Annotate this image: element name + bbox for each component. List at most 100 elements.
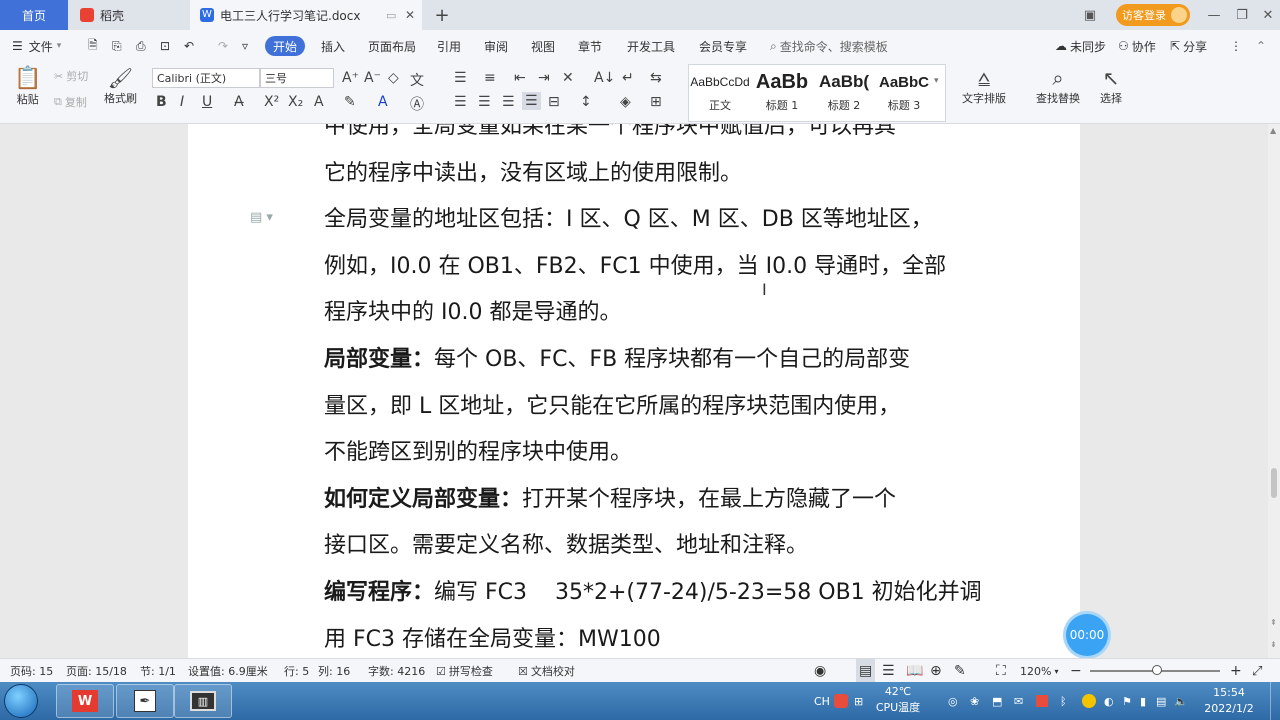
recording-timer[interactable]: 00:00 bbox=[1066, 614, 1108, 656]
scroll-thumb[interactable] bbox=[1271, 468, 1277, 498]
align-left-icon[interactable]: ☰ bbox=[454, 94, 467, 110]
chinese-layout-icon[interactable]: ✕ bbox=[562, 70, 574, 86]
font-color-icon[interactable]: A bbox=[378, 94, 388, 110]
web-view-icon[interactable]: ⊕ bbox=[930, 659, 942, 683]
pin-tab-icon[interactable]: ▭ bbox=[386, 9, 396, 22]
print-icon[interactable]: ⎙ bbox=[136, 30, 146, 62]
font-size-select[interactable]: 三号 bbox=[260, 68, 334, 88]
menu-view[interactable]: 视图 bbox=[531, 30, 555, 62]
border-icon[interactable]: ⊞ bbox=[650, 94, 662, 110]
more-options-icon[interactable]: ⋮ bbox=[1230, 30, 1242, 62]
zoom-select[interactable]: 120% ▾ bbox=[1020, 659, 1058, 683]
select-button[interactable]: ↖ 选择 bbox=[1100, 66, 1122, 106]
spell-check-button[interactable]: ☑ 拼写检查 bbox=[436, 659, 493, 683]
align-center-icon[interactable]: ☰ bbox=[478, 94, 491, 110]
style-heading2[interactable]: AaBb( 标题 2 bbox=[813, 67, 875, 117]
read-view-icon[interactable]: 📖 bbox=[906, 659, 923, 683]
menu-review[interactable]: 审阅 bbox=[484, 30, 508, 62]
increase-indent-icon[interactable]: ⇥ bbox=[538, 70, 550, 86]
more-quick-icon[interactable]: ▿ bbox=[242, 30, 248, 62]
new-tab-button[interactable]: + bbox=[430, 0, 454, 30]
text-effect-icon[interactable]: A bbox=[314, 94, 324, 110]
close-window-icon[interactable]: ✕ bbox=[1254, 0, 1280, 30]
document-content[interactable]: 中使用，全局变量如果在某一个程序块中赋值后，可以再其 它的程序中读出，没有区域上… bbox=[324, 124, 982, 658]
shading-icon[interactable]: ◈ bbox=[620, 94, 631, 110]
status-section[interactable]: 节: 1/1 bbox=[140, 659, 176, 683]
tray-flag-icon[interactable]: ⚑ bbox=[1122, 682, 1132, 720]
show-marks-icon[interactable]: ↵ bbox=[622, 70, 634, 86]
zoom-in-icon[interactable]: + bbox=[1230, 659, 1242, 683]
network-icon[interactable]: ▤ bbox=[1156, 682, 1166, 720]
bold-icon[interactable]: B bbox=[156, 94, 167, 110]
clear-format-icon[interactable]: ◇ bbox=[388, 70, 399, 86]
numbered-list-icon[interactable]: ≡ bbox=[484, 70, 496, 86]
cpu-temperature[interactable]: 42℃ CPU温度 bbox=[874, 684, 922, 716]
tray-app-icon-6[interactable] bbox=[1082, 682, 1096, 720]
menu-insert[interactable]: 插入 bbox=[321, 30, 345, 62]
scroll-prev-page-icon[interactable]: ⇞ bbox=[1270, 618, 1277, 627]
battery-icon[interactable]: ▮ bbox=[1140, 682, 1146, 720]
menu-layout[interactable]: 页面布局 bbox=[368, 30, 416, 62]
save-icon[interactable]: 🗎 bbox=[88, 30, 98, 62]
export-pdf-icon[interactable]: ⎘ bbox=[112, 30, 122, 62]
page-view-icon[interactable]: ▤ bbox=[856, 659, 876, 683]
document-page[interactable]: 中使用，全局变量如果在某一个程序块中赋值后，可以再其 它的程序中读出，没有区域上… bbox=[188, 124, 1080, 658]
close-tab-icon[interactable]: ✕ bbox=[405, 8, 415, 22]
bullet-list-icon[interactable]: ☰ bbox=[454, 70, 467, 86]
char-border-icon[interactable]: Ⓐ bbox=[410, 94, 424, 114]
show-desktop-button[interactable] bbox=[1270, 682, 1280, 720]
italic-icon[interactable]: I bbox=[180, 94, 184, 110]
justify-icon[interactable]: ☰ bbox=[522, 92, 541, 110]
text-layout-button[interactable]: ⩠ 文字排版 bbox=[962, 66, 1006, 106]
collab-button[interactable]: ⚇ 协作 bbox=[1118, 30, 1156, 62]
undo-icon[interactable]: ↶ bbox=[184, 30, 194, 62]
menu-start[interactable]: 开始 bbox=[265, 36, 306, 56]
menu-reference[interactable]: 引用 bbox=[437, 30, 461, 62]
sync-status[interactable]: ☁ 未同步 bbox=[1055, 30, 1106, 62]
vertical-scrollbar[interactable]: ▲ ⇞ ⇟ bbox=[1268, 124, 1280, 658]
decrease-indent-icon[interactable]: ⇤ bbox=[514, 70, 526, 86]
shrink-font-icon[interactable]: A⁻ bbox=[364, 70, 381, 86]
volume-icon[interactable]: 🔈 bbox=[1174, 682, 1188, 720]
style-normal[interactable]: AaBbCcDd 正文 bbox=[689, 67, 751, 117]
phonetic-icon[interactable]: 文 bbox=[410, 70, 424, 90]
menu-member[interactable]: 会员专享 bbox=[699, 30, 747, 62]
command-search[interactable]: ⌕ 查找命令、搜索模板 bbox=[770, 30, 888, 62]
status-pages[interactable]: 页面: 15/18 bbox=[66, 659, 127, 683]
format-painter-button[interactable]: 🖌 格式刷 bbox=[104, 66, 137, 106]
fit-page-icon[interactable]: ⛶ bbox=[996, 659, 1006, 683]
share-button[interactable]: ⇱ 分享 bbox=[1170, 30, 1207, 62]
clock[interactable]: 15:54 2022/1/2 bbox=[1194, 685, 1264, 717]
tab-daoke[interactable]: 稻壳 bbox=[68, 0, 188, 30]
style-heading3[interactable]: AaBbC 标题 3 bbox=[873, 67, 935, 117]
menu-chapter[interactable]: 章节 bbox=[578, 30, 602, 62]
superscript-icon[interactable]: X² bbox=[264, 94, 279, 110]
paste-button[interactable]: 📋 粘贴 bbox=[14, 66, 41, 107]
outline-view-icon[interactable]: ☰ bbox=[882, 659, 895, 683]
tray-app-icon-4[interactable]: ✉ bbox=[1014, 682, 1023, 720]
tray-sogou-icon[interactable] bbox=[834, 682, 848, 720]
zoom-out-icon[interactable]: − bbox=[1070, 659, 1082, 683]
tray-app-icon-1[interactable]: ◎ bbox=[948, 682, 958, 720]
distribute-icon[interactable]: ⊟ bbox=[548, 94, 560, 110]
status-setting[interactable]: 设置值: 6.9厘米 bbox=[188, 659, 268, 683]
restore-icon[interactable]: ❐ bbox=[1228, 0, 1256, 30]
window-layout-icon[interactable]: ▣ bbox=[1076, 0, 1104, 30]
collapse-ribbon-icon[interactable]: ⌃ bbox=[1256, 30, 1266, 62]
grow-font-icon[interactable]: A⁺ bbox=[342, 70, 359, 86]
sort-icon[interactable]: A↓ bbox=[594, 70, 615, 86]
scroll-up-icon[interactable]: ▲ bbox=[1270, 126, 1276, 135]
menu-file[interactable]: ☰ 文件 ▾ bbox=[12, 30, 61, 62]
tray-app-icon-7[interactable]: ◐ bbox=[1104, 682, 1114, 720]
underline-icon[interactable]: U bbox=[202, 94, 212, 110]
taskbar-wps-app[interactable]: W bbox=[56, 684, 114, 718]
line-spacing-icon[interactable]: ↕ bbox=[580, 94, 592, 110]
menu-devtools[interactable]: 开发工具 bbox=[627, 30, 675, 62]
scroll-next-page-icon[interactable]: ⇟ bbox=[1270, 640, 1277, 649]
doc-proof-button[interactable]: ☒ 文档校对 bbox=[518, 659, 575, 683]
font-family-select[interactable]: Calibri (正文) bbox=[152, 68, 260, 88]
cut-button[interactable]: ✂ 剪切 bbox=[54, 68, 88, 84]
redo-icon[interactable]: ↷ bbox=[218, 30, 228, 62]
eye-protect-icon[interactable]: ◉ bbox=[814, 659, 826, 683]
bluetooth-icon[interactable]: ᛒ bbox=[1060, 682, 1067, 720]
